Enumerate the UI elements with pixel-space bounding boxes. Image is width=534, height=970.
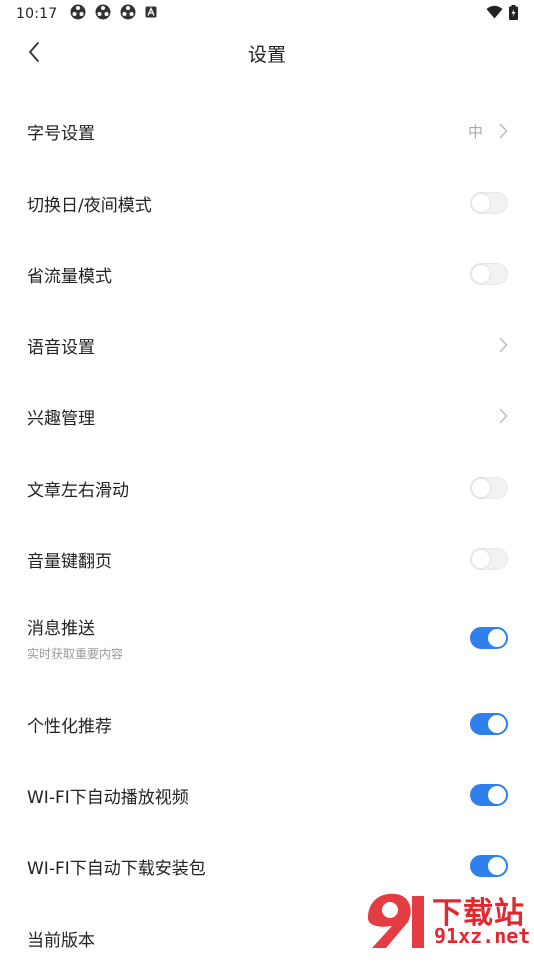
setting-value: 中 [467, 122, 483, 141]
watermark-url: 91xz.net [434, 924, 531, 948]
watermark: 下载站 91xz.net [360, 888, 534, 950]
setting-label: WI-FI下自动下载安装包 [27, 858, 206, 879]
a-notification-icon [145, 6, 157, 22]
setting-sublabel: 实时获取重要内容 [27, 647, 124, 661]
setting-interests[interactable]: 兴趣管理 [0, 384, 534, 448]
setting-label: 音量键翻页 [27, 551, 112, 572]
page-title: 设置 [247, 43, 286, 66]
wifi-autoplay-toggle[interactable] [470, 784, 508, 806]
setting-data-saver[interactable]: 省流量模式 [0, 242, 534, 306]
battery-charging-icon [509, 4, 518, 24]
back-button[interactable] [20, 38, 48, 66]
setting-personalized-recommend[interactable]: 个性化推荐 [0, 692, 534, 756]
setting-label: 兴趣管理 [27, 408, 95, 429]
chevron-right-icon [499, 408, 508, 424]
chevron-right-icon [499, 123, 508, 139]
setting-wifi-autoplay-video[interactable]: WI-FI下自动播放视频 [0, 763, 534, 827]
status-left: 10:17 [16, 4, 157, 24]
nav-bar: 设置 [0, 28, 534, 78]
data-saver-toggle[interactable] [470, 263, 508, 285]
day-night-toggle[interactable] [470, 192, 508, 214]
setting-voice[interactable]: 语音设置 [0, 313, 534, 377]
app-notification-icon [120, 4, 136, 24]
setting-font-size[interactable]: 字号设置 中 [0, 99, 534, 163]
setting-label: 切换日/夜间模式 [27, 195, 152, 216]
wifi-icon [486, 5, 503, 23]
setting-label: 文章左右滑动 [27, 480, 129, 501]
setting-day-night-mode[interactable]: 切换日/夜间模式 [0, 171, 534, 235]
back-arrow-icon [29, 42, 39, 62]
setting-label: WI-FI下自动播放视频 [27, 787, 189, 808]
setting-push-notifications[interactable]: 消息推送 实时获取重要内容 [0, 598, 534, 678]
watermark-logo-icon [368, 893, 424, 948]
status-time: 10:17 [16, 6, 58, 22]
setting-label: 省流量模式 [27, 266, 112, 287]
article-swipe-toggle[interactable] [470, 477, 508, 499]
app-notification-icon [95, 4, 111, 24]
setting-volume-page-turn[interactable]: 音量键翻页 [0, 527, 534, 591]
chevron-right-icon [499, 337, 508, 353]
setting-label: 语音设置 [27, 337, 95, 358]
volume-page-turn-toggle[interactable] [470, 548, 508, 570]
push-notifications-toggle[interactable] [470, 627, 508, 649]
setting-label: 当前版本 [27, 930, 95, 951]
setting-label: 消息推送 [27, 619, 95, 639]
status-bar: 10:17 [0, 0, 534, 28]
setting-label: 字号设置 [27, 123, 95, 144]
setting-article-swipe[interactable]: 文章左右滑动 [0, 456, 534, 520]
status-right [486, 4, 518, 24]
app-notification-icon [70, 4, 86, 24]
personalized-recommend-toggle[interactable] [470, 713, 508, 735]
wifi-auto-download-toggle[interactable] [470, 855, 508, 877]
setting-label: 个性化推荐 [27, 716, 112, 737]
